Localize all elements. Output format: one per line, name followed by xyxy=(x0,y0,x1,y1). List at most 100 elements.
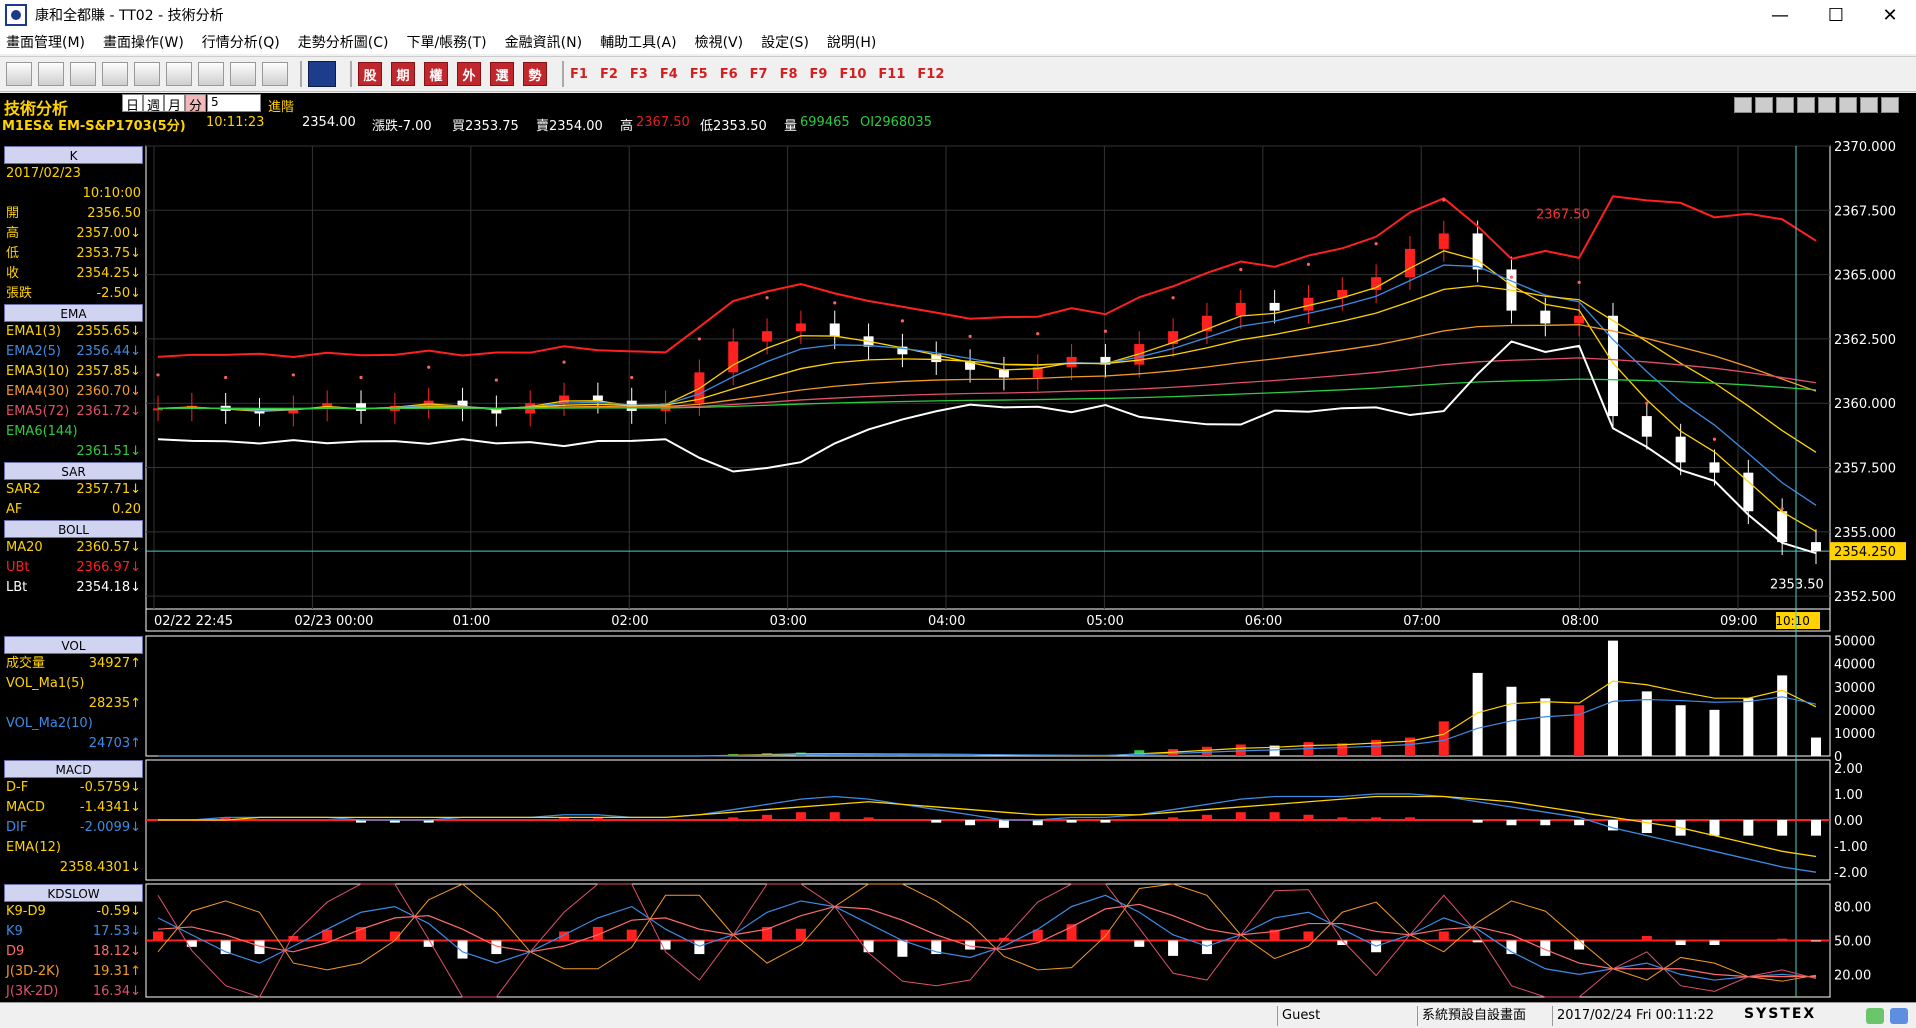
f8-key[interactable]: F8 xyxy=(780,67,798,82)
menu-screen-management[interactable]: 畫面管理(M) xyxy=(6,32,85,52)
sar-dot xyxy=(291,373,295,377)
candle-body xyxy=(1709,462,1720,473)
sar-dot xyxy=(224,375,228,380)
kd-diff-bar xyxy=(795,928,806,941)
kd-diff-bar xyxy=(626,929,637,941)
f6-key[interactable]: F6 xyxy=(720,67,738,82)
network-icon xyxy=(1890,1008,1908,1024)
home-icon[interactable] xyxy=(308,61,336,87)
time-tick-label: 01:00 xyxy=(453,614,490,629)
macd-histogram-bar xyxy=(728,817,739,820)
close-button[interactable]: ✕ xyxy=(1862,0,1916,30)
macd-histogram-bar xyxy=(1472,820,1483,823)
layout-icon[interactable] xyxy=(6,62,32,86)
f5-key[interactable]: F5 xyxy=(690,67,708,82)
f12-key[interactable]: F12 xyxy=(917,67,944,82)
volume-tick-label: 30000 xyxy=(1834,681,1875,696)
price-tick-label: 2362.500 xyxy=(1834,333,1896,348)
kd-diff-bar xyxy=(1811,940,1821,942)
menu-tools[interactable]: 輔助工具(A) xyxy=(600,32,677,52)
chart-icon[interactable] xyxy=(230,62,256,86)
volume-bar xyxy=(1743,698,1754,756)
macd-histogram-bar xyxy=(1777,820,1788,836)
status-user: Guest xyxy=(1277,1006,1417,1026)
tile-icon[interactable] xyxy=(134,62,160,86)
f7-key[interactable]: F7 xyxy=(750,67,768,82)
sar-dot xyxy=(1645,401,1649,405)
stock-button[interactable]: 股 xyxy=(358,62,382,86)
f9-key[interactable]: F9 xyxy=(810,67,828,82)
sar-dot xyxy=(359,375,363,380)
brand-logo: SYSTEX xyxy=(1744,1006,1817,1022)
time-tick-label: 02:00 xyxy=(611,614,648,629)
kd-diff-bar xyxy=(1472,940,1483,943)
macd-histogram-bar xyxy=(1201,814,1212,820)
candle-body xyxy=(1641,416,1652,437)
candle-body xyxy=(1540,310,1551,324)
macd-tick-label: -2.00 xyxy=(1834,866,1868,881)
macd-histogram-bar xyxy=(1540,820,1551,826)
save-layout-icon[interactable] xyxy=(38,62,64,86)
close-window-icon[interactable] xyxy=(102,62,128,86)
price-tick-label: 2355.000 xyxy=(1834,526,1896,541)
macd-histogram-bar xyxy=(931,820,942,823)
menu-financial-info[interactable]: 金融資訊(N) xyxy=(505,32,582,52)
menu-quote-analysis[interactable]: 行情分析(Q) xyxy=(202,32,280,52)
macd-histogram-bar xyxy=(1134,820,1145,821)
menu-screen-operation[interactable]: 畫面操作(W) xyxy=(103,32,184,52)
kd-diff-bar xyxy=(1607,940,1618,942)
macd-histogram-bar xyxy=(1574,820,1585,826)
sar-dot xyxy=(562,360,566,364)
macd-histogram-bar xyxy=(1506,820,1517,826)
monitor-icon[interactable] xyxy=(262,62,288,86)
f1-key[interactable]: F1 xyxy=(570,67,588,82)
status-layout: 系統預設自設畫面 xyxy=(1417,1006,1552,1026)
toolbar-separator xyxy=(562,61,564,87)
f11-key[interactable]: F11 xyxy=(878,67,905,82)
time-tick-label: 03:00 xyxy=(770,614,807,629)
price-chart[interactable]: 02/22 22:45 02/23 00:00 01:00 02:00 03:00 04:… xyxy=(0,93,1916,1002)
select-button[interactable]: 選 xyxy=(490,62,514,86)
macd-histogram-bar xyxy=(1811,820,1821,836)
f10-key[interactable]: F10 xyxy=(839,67,866,82)
toolbar-separator xyxy=(350,61,352,87)
maximize-button[interactable]: ☐ xyxy=(1808,0,1864,30)
time-tick-label: 07:00 xyxy=(1403,614,1440,629)
options-button[interactable]: 權 xyxy=(424,62,448,86)
foreign-button[interactable]: 外 xyxy=(457,62,481,86)
f4-key[interactable]: F4 xyxy=(660,67,678,82)
menu-trend-chart[interactable]: 走勢分析圖(C) xyxy=(298,32,389,52)
menu-help[interactable]: 說明(H) xyxy=(827,32,876,52)
toolbar-separator xyxy=(300,61,302,87)
search-icon[interactable] xyxy=(70,62,96,86)
candle-body xyxy=(1675,436,1686,463)
macd-histogram-bar xyxy=(626,820,637,821)
menu-settings[interactable]: 設定(S) xyxy=(761,32,809,52)
low-marker: 2353.50 xyxy=(1770,577,1824,592)
coin-icon[interactable] xyxy=(198,62,224,86)
kd-diff-bar xyxy=(1438,931,1449,941)
sar-dot xyxy=(833,301,837,305)
menu-view[interactable]: 檢視(V) xyxy=(695,32,744,52)
volume-tick-label: 40000 xyxy=(1834,658,1875,673)
minimize-button[interactable]: — xyxy=(1752,0,1808,30)
sar-dot xyxy=(1103,329,1108,333)
futures-button[interactable]: 期 xyxy=(391,62,415,86)
macd-histogram-bar xyxy=(1743,820,1754,836)
split-icon[interactable] xyxy=(166,62,192,86)
f3-key[interactable]: F3 xyxy=(630,67,648,82)
candle-body xyxy=(1574,315,1585,324)
volume-bar xyxy=(1709,709,1720,756)
candle-body xyxy=(1269,302,1280,311)
f2-key[interactable]: F2 xyxy=(600,67,618,82)
toolbar: 股 期 權 外 選 勢 F1 F2 F3 F4 F5 F6 F7 F8 F9 F… xyxy=(0,56,1916,92)
menu-order-account[interactable]: 下單/帳務(T) xyxy=(406,32,486,52)
macd-tick-label: 1.00 xyxy=(1834,788,1863,803)
sar-dot xyxy=(1171,296,1175,300)
kd-diff-bar xyxy=(288,935,299,941)
kd-diff-bar xyxy=(897,940,908,957)
kd-diff-bar xyxy=(1201,940,1212,955)
macd-histogram-bar xyxy=(1337,817,1348,820)
trend-button[interactable]: 勢 xyxy=(523,62,547,86)
app-window: 康和全都賺 - TT02 - 技術分析 — ☐ ✕ 畫面管理(M) 畫面操作(W… xyxy=(0,0,1916,1028)
